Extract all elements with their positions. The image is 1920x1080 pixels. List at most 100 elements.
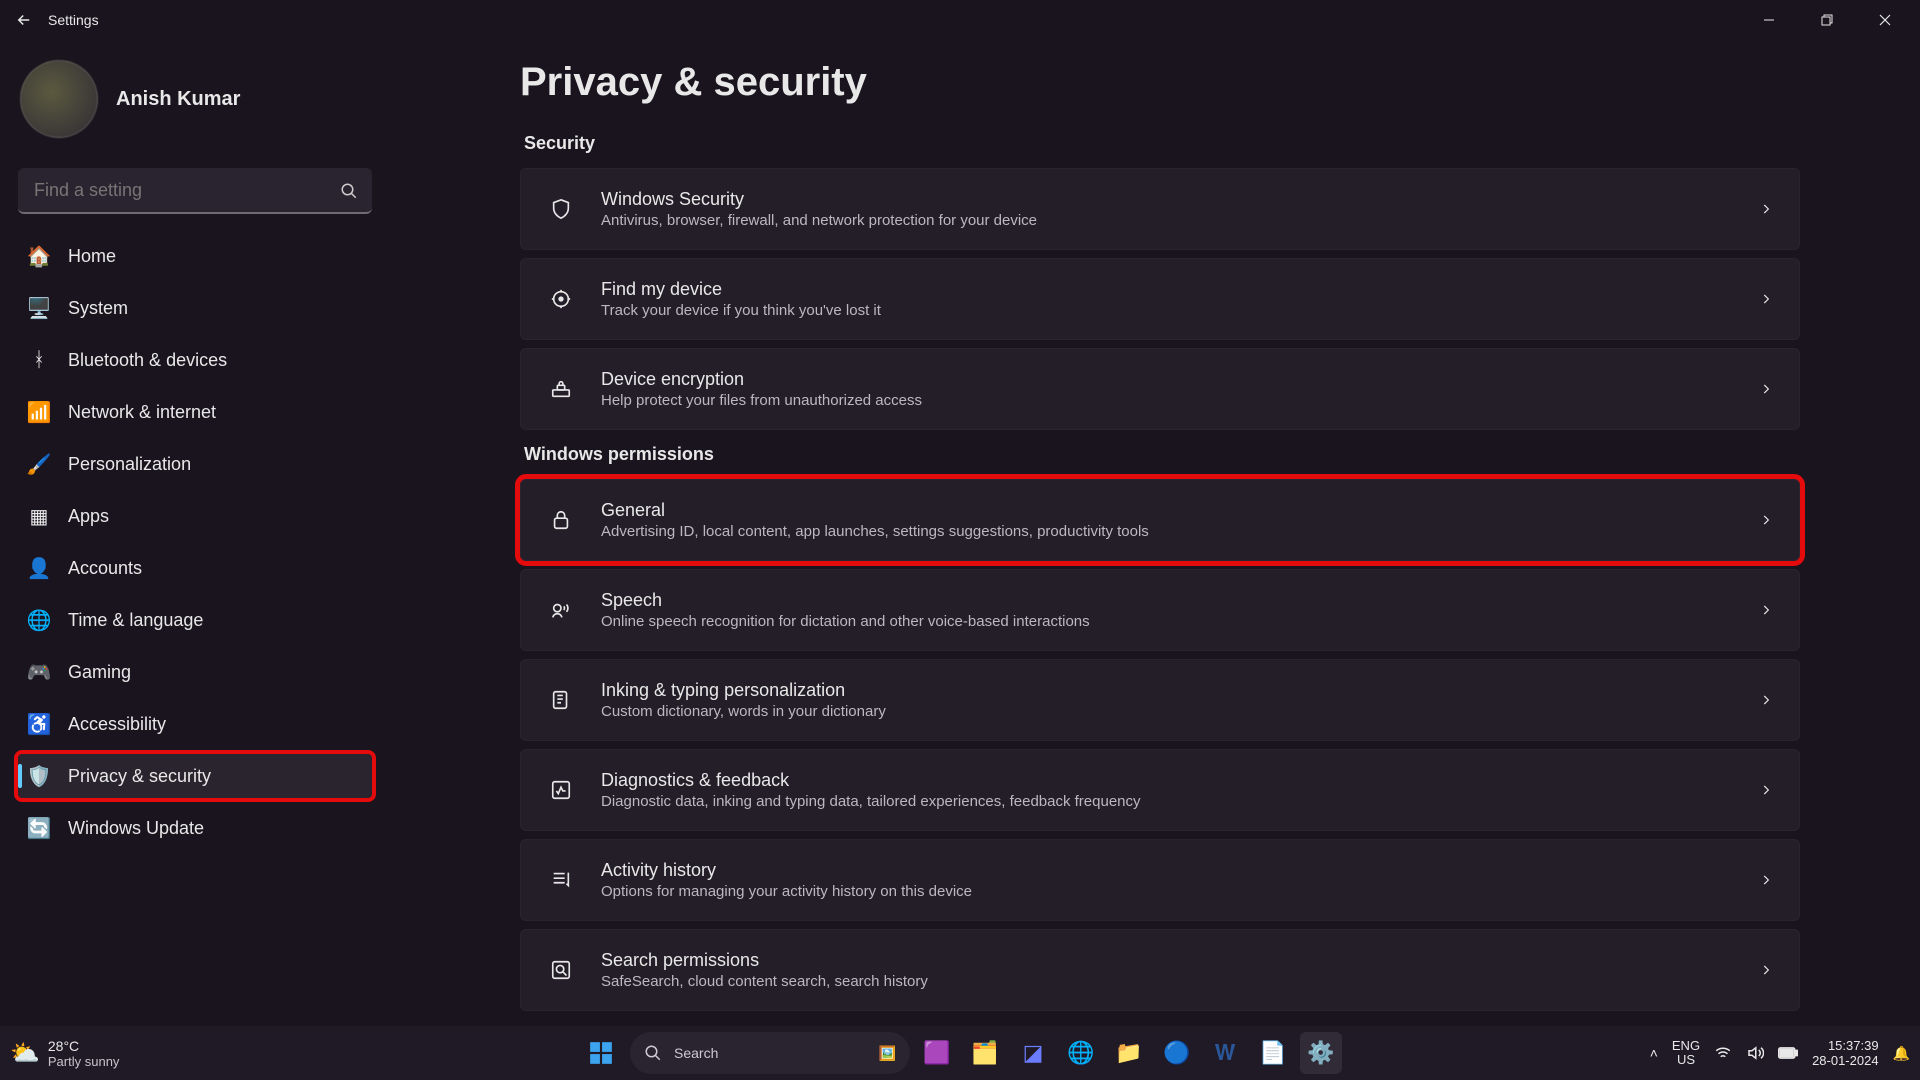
maximize-button[interactable] (1798, 0, 1856, 40)
card-title: Speech (601, 590, 1733, 611)
sidebar-item-network[interactable]: 📶 Network & internet (16, 388, 374, 436)
sidebar-item-update[interactable]: 🔄Windows Update (16, 804, 374, 852)
card-encr[interactable]: Device encryption Help protect your files… (520, 348, 1800, 430)
tray-overflow-icon[interactable]: ˄ (1650, 1045, 1658, 1061)
accessibility-icon: ♿ (28, 713, 50, 735)
chevron-right-icon (1759, 603, 1773, 617)
card-searchperm[interactable]: Search permissionsSafeSearch, cloud cont… (520, 929, 1800, 1011)
weather-icon: ⛅ (10, 1039, 40, 1068)
searchperm-icon (547, 959, 575, 981)
home-icon: 🏠 (28, 245, 50, 267)
card-subtitle: Help protect your files from unauthorize… (601, 392, 1733, 409)
locate-icon (547, 288, 575, 310)
chevron-right-icon (1759, 202, 1773, 216)
sidebar-item-label: Network & internet (68, 402, 216, 423)
time-icon: 🌐 (28, 609, 50, 631)
section-header: Windows permissions (524, 444, 1800, 465)
sidebar-item-label: System (68, 298, 128, 319)
taskbar-app-icon[interactable]: ◪ (1012, 1032, 1054, 1074)
sidebar-item-privacy[interactable]: 🛡️Privacy & security (16, 752, 374, 800)
sidebar-item-accessibility[interactable]: ♿ Accessibility (16, 700, 374, 748)
taskbar-weather[interactable]: ⛅ 28°C Partly sunny (10, 1038, 210, 1069)
taskbar-explorer-icon[interactable]: 📁 (1108, 1032, 1150, 1074)
card-title: General (601, 500, 1733, 521)
inking-icon (547, 689, 575, 711)
card-title: Inking & typing personalization (601, 680, 1733, 701)
search-icon (340, 182, 358, 200)
taskbar-word-icon[interactable]: 𝐖 (1204, 1032, 1246, 1074)
main-content: Privacy & security SecurityWindows Secur… (390, 40, 1920, 1026)
sidebar-item-apps[interactable]: ▦Apps (16, 492, 374, 540)
username: Anish Kumar (116, 88, 240, 111)
chevron-right-icon (1759, 382, 1773, 396)
card-general[interactable]: General Advertising ID, local content, ap… (520, 479, 1800, 561)
card-subtitle: Antivirus, browser, firewall, and networ… (601, 212, 1733, 229)
card-speech[interactable]: SpeechOnline speech recognition for dict… (520, 569, 1800, 651)
sidebar-item-home[interactable]: 🏠 Home (16, 232, 374, 280)
taskbar: ⛅ 28°C Partly sunny Search 🖼️ 🟪 🗂️ ◪ 🌐 📁… (0, 1026, 1920, 1080)
chevron-right-icon (1759, 292, 1773, 306)
card-subtitle: Advertising ID, local content, app launc… (601, 523, 1733, 540)
sidebar-item-label: Time & language (68, 610, 203, 631)
network-icon: 📶 (28, 401, 50, 423)
close-button[interactable] (1856, 0, 1914, 40)
sidebar-item-gaming[interactable]: 🎮Gaming (16, 648, 374, 696)
tray-volume-icon[interactable] (1746, 1044, 1764, 1062)
sidebar-item-label: Personalization (68, 454, 191, 475)
sidebar-item-label: Bluetooth & devices (68, 350, 227, 371)
card-winsec[interactable]: Windows SecurityAntivirus, browser, fire… (520, 168, 1800, 250)
taskbar-copilot-icon[interactable]: 🟪 (916, 1032, 958, 1074)
tray-language[interactable]: ENG US (1672, 1039, 1700, 1067)
shield-icon (547, 198, 575, 220)
sidebar-item-label: Home (68, 246, 116, 267)
taskbar-notepad-icon[interactable]: 📄 (1252, 1032, 1294, 1074)
system-icon: 🖥️ (28, 297, 50, 319)
tray-battery-icon[interactable] (1778, 1046, 1798, 1060)
search-icon (644, 1044, 662, 1062)
sidebar-item-label: Accounts (68, 558, 142, 579)
profile[interactable]: Anish Kumar (16, 50, 374, 162)
search-input[interactable] (18, 168, 372, 214)
lock-icon (547, 509, 575, 531)
weather-desc: Partly sunny (48, 1054, 120, 1069)
tray-wifi-icon[interactable] (1714, 1044, 1732, 1062)
chevron-right-icon (1759, 963, 1773, 977)
chevron-right-icon (1759, 693, 1773, 707)
personalization-icon: 🖌️ (28, 453, 50, 475)
card-findmy[interactable]: Find my deviceTrack your device if you t… (520, 258, 1800, 340)
card-title: Search permissions (601, 950, 1733, 971)
taskbar-settings-icon[interactable]: ⚙️ (1300, 1032, 1342, 1074)
taskbar-edge-icon[interactable]: 🌐 (1060, 1032, 1102, 1074)
card-title: Find my device (601, 279, 1733, 300)
lockdrive-icon (547, 378, 575, 400)
card-title: Activity history (601, 860, 1733, 881)
taskbar-search[interactable]: Search 🖼️ (630, 1032, 910, 1074)
privacy-icon: 🛡️ (28, 765, 50, 787)
weather-temp: 28°C (48, 1038, 120, 1054)
apps-icon: ▦ (28, 505, 50, 527)
card-subtitle: Options for managing your activity histo… (601, 883, 1733, 900)
minimize-button[interactable] (1740, 0, 1798, 40)
bluetooth-icon: ᚼ (28, 349, 50, 371)
card-title: Diagnostics & feedback (601, 770, 1733, 791)
card-activity[interactable]: Activity history Options for managing you… (520, 839, 1800, 921)
sidebar-item-personalization[interactable]: 🖌️ Personalization (16, 440, 374, 488)
sidebar-item-bluetooth[interactable]: ᚼ Bluetooth & devices (16, 336, 374, 384)
sidebar-item-accounts[interactable]: 👤Accounts (16, 544, 374, 592)
taskbar-taskview-icon[interactable]: 🗂️ (964, 1032, 1006, 1074)
card-inking[interactable]: Inking & typing personalization Custom di… (520, 659, 1800, 741)
activity-icon (547, 869, 575, 891)
sidebar-item-time[interactable]: 🌐 Time & language (16, 596, 374, 644)
taskbar-chrome-icon[interactable]: 🔵 (1156, 1032, 1198, 1074)
card-subtitle: Custom dictionary, words in your diction… (601, 703, 1733, 720)
card-diag[interactable]: Diagnostics & feedbackDiagnostic data, i… (520, 749, 1800, 831)
chevron-right-icon (1759, 873, 1773, 887)
tray-notifications-icon[interactable]: 🔔 (1893, 1045, 1910, 1062)
sidebar-item-label: Accessibility (68, 714, 166, 735)
sidebar-item-system[interactable]: 🖥️ System (16, 284, 374, 332)
tray-clock[interactable]: 15:37:39 28-01-2024 (1812, 1038, 1879, 1068)
start-button[interactable] (578, 1032, 624, 1074)
back-button[interactable] (6, 2, 42, 38)
card-title: Device encryption (601, 369, 1733, 390)
sidebar-item-label: Windows Update (68, 818, 204, 839)
